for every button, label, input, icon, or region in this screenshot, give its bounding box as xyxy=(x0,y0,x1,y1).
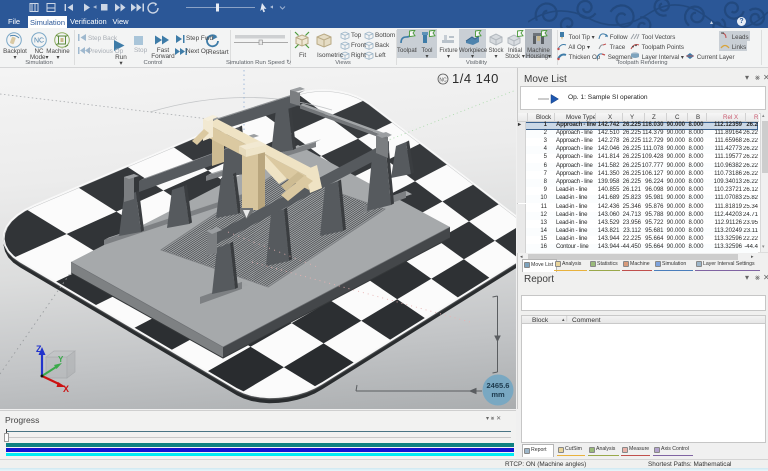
svg-text:NC: NC xyxy=(34,38,44,45)
svg-text:X: X xyxy=(63,384,69,394)
svg-text:Y: Y xyxy=(58,355,64,364)
svg-text:mm: mm xyxy=(491,390,505,399)
svg-text:NC: NC xyxy=(439,78,447,84)
svg-text:2465.6: 2465.6 xyxy=(487,381,510,390)
svg-text:Z: Z xyxy=(36,344,42,354)
